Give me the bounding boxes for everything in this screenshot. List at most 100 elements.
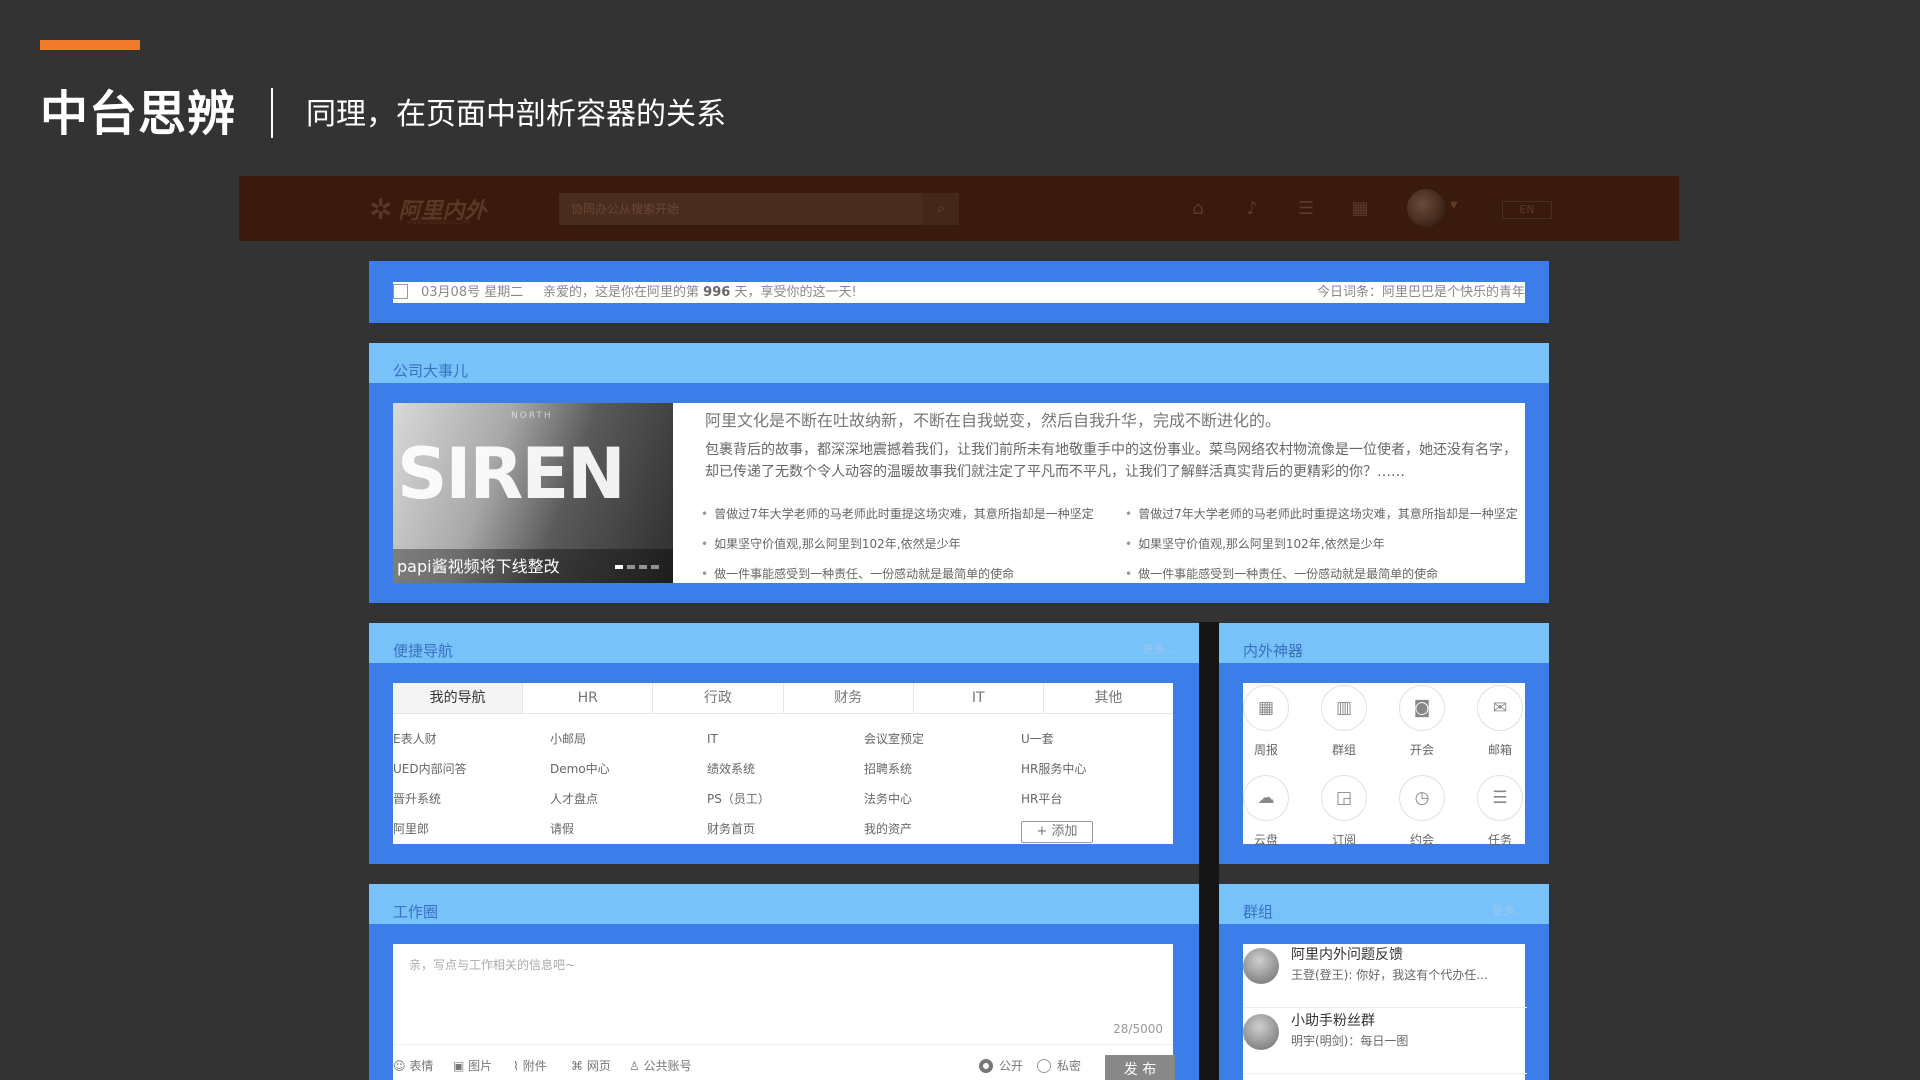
language-button[interactable]: EN bbox=[1502, 201, 1552, 219]
nav-link[interactable]: 我的资产 bbox=[864, 821, 1021, 851]
search-icon[interactable]: ⌕ bbox=[923, 193, 959, 225]
carousel-dots[interactable] bbox=[615, 565, 659, 569]
image-small-text: NORTH bbox=[511, 411, 553, 421]
nav-link[interactable]: U一套 bbox=[1021, 731, 1178, 761]
emoji-button[interactable]: ☺ 表情 bbox=[393, 1057, 433, 1074]
title-divider bbox=[271, 88, 273, 138]
word-of-day[interactable]: 今日词条：阿里巴巴是个快乐的青年 bbox=[1317, 282, 1525, 303]
nav-link[interactable]: IT bbox=[707, 731, 864, 761]
post-textarea[interactable]: 亲，写点与工作相关的信息吧~ 28/5000 bbox=[393, 944, 1173, 1044]
tab-other[interactable]: 其他 bbox=[1044, 683, 1173, 713]
panel-title: 便捷导航 bbox=[393, 642, 454, 660]
logo[interactable]: ✲ 阿里内外 www.alibaba-inc.com bbox=[369, 189, 486, 229]
user-icon: ♙ bbox=[629, 1059, 640, 1073]
list-item[interactable]: 曾做过7年大学老师的马老师此时重提这场灾难，其意所指却是一种坚定 bbox=[701, 499, 1094, 529]
grid-icon[interactable]: ▦ bbox=[1349, 198, 1371, 220]
nav-link[interactable]: UED内部问答 bbox=[393, 761, 550, 791]
slide-title: 中台思辨 bbox=[40, 86, 237, 142]
greeting-panel: 03月08号 星期二 亲爱的，这是你在阿里的第 996 天，享受你的这一天! 今… bbox=[369, 261, 1549, 323]
list-item[interactable]: 做一件事能感受到一种责任、一份感动就是最简单的使命 bbox=[701, 559, 1094, 589]
more-link[interactable]: 更多... bbox=[1143, 641, 1176, 657]
image-button[interactable]: ▣ 图片 bbox=[453, 1057, 492, 1074]
group-last-message: 王登(登王): 你好，我这有个代办任... bbox=[1291, 968, 1488, 982]
accent-bar bbox=[40, 40, 140, 50]
tool-weekly[interactable]: ▦ 周报 bbox=[1231, 685, 1301, 758]
group-row[interactable]: 阿里内外问题反馈 王登(登王): 你好，我这有个代办任... bbox=[1243, 944, 1527, 1008]
attachment-button[interactable]: ⌇ 附件 bbox=[513, 1057, 547, 1074]
chevron-down-icon[interactable]: ▼ bbox=[1450, 200, 1458, 211]
avatar bbox=[1243, 1014, 1279, 1050]
private-radio[interactable]: 私密 bbox=[1037, 1057, 1081, 1074]
search-input[interactable]: 协同办公从搜索开始 bbox=[559, 193, 923, 225]
nav-link[interactable]: 法务中心 bbox=[864, 791, 1021, 821]
tool-meeting[interactable]: ◙ 开会 bbox=[1387, 685, 1457, 758]
bell-icon[interactable]: ♪ bbox=[1241, 198, 1263, 220]
nav-link[interactable]: HR服务中心 bbox=[1021, 761, 1178, 791]
nav-link[interactable]: 阿里郎 bbox=[393, 821, 550, 851]
tool-mail[interactable]: ✉ 邮箱 bbox=[1465, 685, 1535, 758]
publish-button[interactable]: 发 布 bbox=[1105, 1055, 1175, 1080]
radio-unchecked-icon bbox=[1037, 1059, 1051, 1073]
news-carousel-image[interactable]: NORTH SIREN papi酱视频将下线整改 bbox=[393, 403, 673, 583]
nav-link[interactable]: 小邮局 bbox=[550, 731, 707, 761]
quick-nav-panel: 便捷导航 更多... 我的导航 HR 行政 财务 IT 其他 E表人财 小邮局 … bbox=[369, 623, 1199, 864]
nav-link[interactable]: 绩效系统 bbox=[707, 761, 864, 791]
carousel-dot[interactable] bbox=[627, 565, 635, 569]
cloud-icon: ☁ bbox=[1243, 775, 1289, 821]
news-body: NORTH SIREN papi酱视频将下线整改 阿里文化是不断在吐故纳新，不断… bbox=[393, 403, 1525, 583]
nav-link[interactable]: 人才盘点 bbox=[550, 791, 707, 821]
avatar[interactable] bbox=[1407, 189, 1445, 227]
panel-title: 工作圈 bbox=[393, 903, 439, 921]
nav-link[interactable]: PS（员工） bbox=[707, 791, 864, 821]
tab-my-nav[interactable]: 我的导航 bbox=[393, 683, 524, 713]
quick-nav-body: 我的导航 HR 行政 财务 IT 其他 E表人财 小邮局 IT 会议室预定 U一… bbox=[393, 683, 1173, 844]
nav-link[interactable]: 会议室预定 bbox=[864, 731, 1021, 761]
list-icon[interactable]: ☰ bbox=[1295, 198, 1317, 220]
nav-link[interactable]: Demo中心 bbox=[550, 761, 707, 791]
tool-subscribe[interactable]: ◲ 订阅 bbox=[1309, 775, 1379, 848]
days-count: 996 bbox=[703, 285, 731, 300]
public-account-button[interactable]: ♙ 公共账号 bbox=[629, 1057, 692, 1074]
logo-icon: ✲ bbox=[369, 192, 393, 226]
public-radio[interactable]: 公开 bbox=[979, 1057, 1023, 1074]
avatar bbox=[1243, 948, 1279, 984]
nav-link[interactable]: 请假 bbox=[550, 821, 707, 851]
group-row[interactable]: 小助手粉丝群 明宇(明剑)：每日一图 bbox=[1243, 1010, 1527, 1074]
news-list-right: 曾做过7年大学老师的马老师此时重提这场灾难，其意所指却是一种坚定 如果坚守价值观… bbox=[1125, 499, 1518, 589]
list-item[interactable]: 如果坚守价值观,那么阿里到102年,依然是少年 bbox=[1125, 529, 1518, 559]
carousel-dot[interactable] bbox=[615, 565, 623, 569]
tool-appointment[interactable]: ◷ 约会 bbox=[1387, 775, 1457, 848]
panel-title: 公司大事儿 bbox=[393, 362, 469, 380]
tool-label: 云盘 bbox=[1253, 833, 1278, 847]
nav-link[interactable]: HR平台 bbox=[1021, 791, 1178, 821]
meeting-icon: ◙ bbox=[1399, 685, 1445, 731]
tool-label: 群组 bbox=[1331, 743, 1356, 757]
tab-finance[interactable]: 财务 bbox=[784, 683, 914, 713]
tab-admin[interactable]: 行政 bbox=[653, 683, 784, 713]
list-item[interactable]: 曾做过7年大学老师的马老师此时重提这场灾难，其意所指却是一种坚定 bbox=[1125, 499, 1518, 529]
add-link-button[interactable]: + 添加 bbox=[1021, 821, 1093, 843]
news-headline[interactable]: 阿里文化是不断在吐故纳新，不断在自我蜕变，然后自我升华，完成不断进化的。 bbox=[705, 407, 1281, 431]
panel-header: 内外神器 bbox=[1219, 623, 1549, 663]
top-navbar: ✲ 阿里内外 www.alibaba-inc.com 协同办公从搜索开始 ⌕ ⌂… bbox=[239, 176, 1679, 241]
nav-link[interactable]: 招聘系统 bbox=[864, 761, 1021, 791]
tool-task[interactable]: ☰ 任务 bbox=[1465, 775, 1535, 848]
list-item[interactable]: 做一件事能感受到一种责任、一份感动就是最简单的使命 bbox=[1125, 559, 1518, 589]
tool-label: 任务 bbox=[1487, 833, 1512, 847]
tool-group[interactable]: ▥ 群组 bbox=[1309, 685, 1379, 758]
webpage-button[interactable]: ⌘ 网页 bbox=[571, 1057, 611, 1074]
nav-link[interactable]: E表人财 bbox=[393, 731, 550, 761]
tool-cloud[interactable]: ☁ 云盘 bbox=[1231, 775, 1301, 848]
tab-hr[interactable]: HR bbox=[523, 683, 654, 713]
carousel-dot[interactable] bbox=[651, 565, 659, 569]
home-icon[interactable]: ⌂ bbox=[1187, 198, 1209, 220]
tab-it[interactable]: IT bbox=[914, 683, 1044, 713]
panel-header: 群组 更多... bbox=[1219, 884, 1549, 924]
nav-link[interactable]: 晋升系统 bbox=[393, 791, 550, 821]
news-caption[interactable]: papi酱视频将下线整改 bbox=[397, 553, 560, 577]
nav-link[interactable]: 财务首页 bbox=[707, 821, 864, 851]
list-item[interactable]: 如果坚守价值观,那么阿里到102年,依然是少年 bbox=[701, 529, 1094, 559]
more-link[interactable]: 更多... bbox=[1493, 902, 1526, 918]
tool-label: 周报 bbox=[1253, 743, 1278, 757]
carousel-dot[interactable] bbox=[639, 565, 647, 569]
